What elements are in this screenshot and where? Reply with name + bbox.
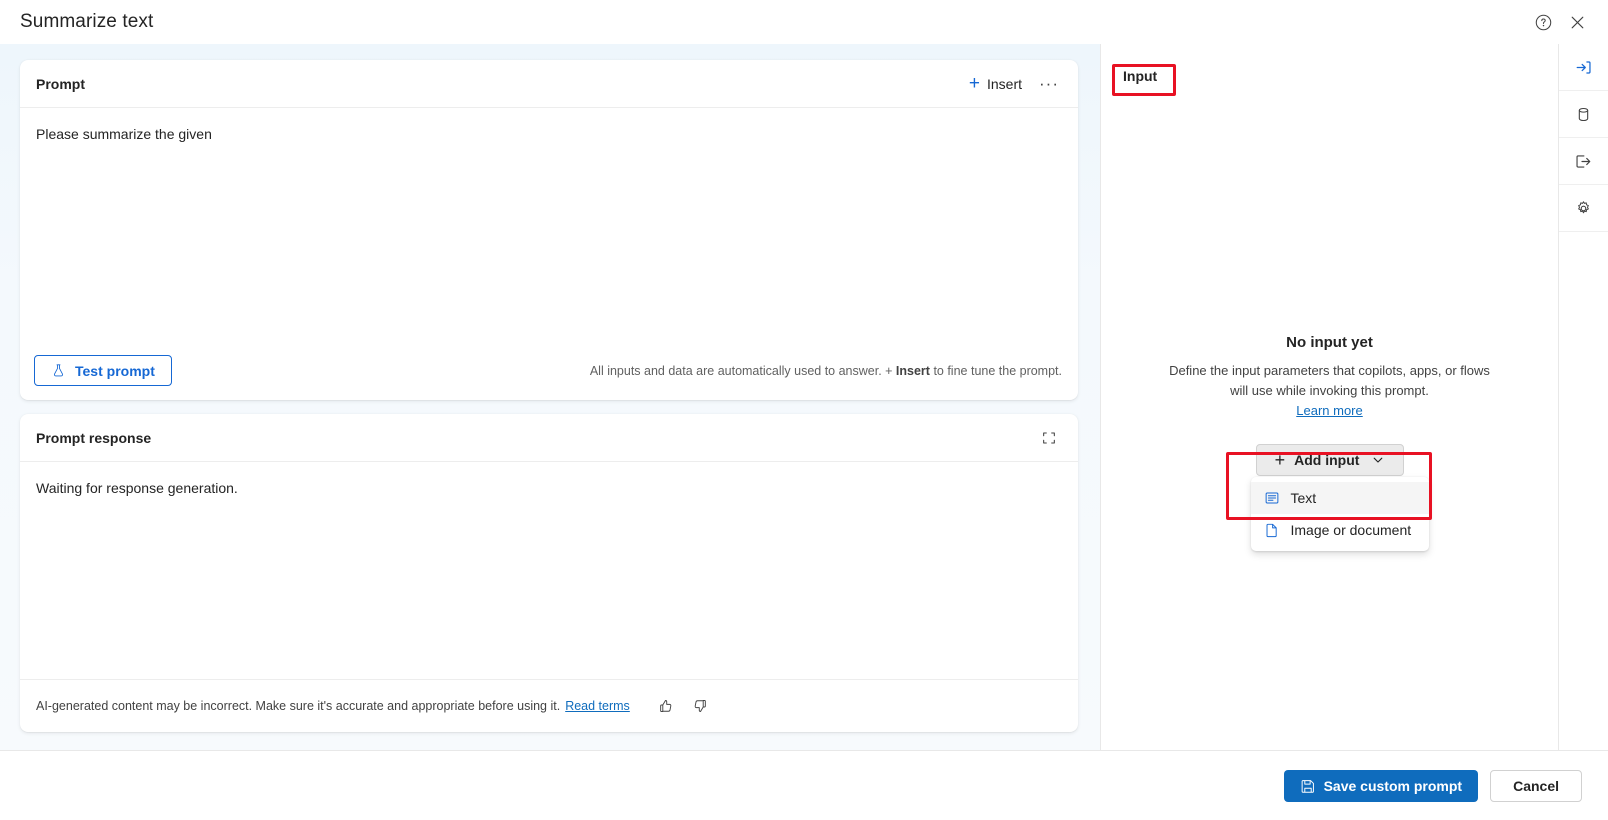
prompt-card: Prompt + Insert ··· Please summarize the… [20, 60, 1078, 400]
settings-rail-icon [1578, 200, 1589, 213]
prompt-hint-text: All inputs and data are automatically us… [590, 364, 1062, 378]
test-prompt-label: Test prompt [75, 362, 155, 379]
chevron-down-icon [1372, 454, 1384, 466]
right-icon-rail [1558, 44, 1608, 750]
empty-state-description: Define the input parameters that copilot… [1169, 363, 1490, 398]
empty-state-title: No input yet [1286, 334, 1373, 351]
test-prompt-button[interactable]: Test prompt [34, 355, 172, 386]
prompt-response-card: Prompt response Waiting for response gen… [20, 414, 1078, 732]
data-rail-icon [1578, 107, 1589, 121]
add-input-label: Add input [1294, 452, 1360, 468]
learn-more-link[interactable]: Learn more [1296, 403, 1362, 418]
thumbs-down-icon [694, 700, 706, 712]
prompt-card-header: Prompt + Insert ··· [20, 60, 1078, 108]
menu-item-image-or-document[interactable]: Image or document [1251, 514, 1429, 546]
save-custom-prompt-button[interactable]: Save custom prompt [1283, 769, 1479, 802]
insert-button[interactable]: + Insert [961, 71, 1030, 97]
prompt-card-footer: Test prompt All inputs and data are auto… [20, 345, 1078, 400]
add-input-menu: Text Image or document [1250, 477, 1429, 551]
ai-disclaimer-text: AI-generated content may be incorrect. M… [36, 699, 561, 713]
menu-item-image-label: Image or document [1290, 522, 1412, 538]
summarize-text-dialog: Summarize text Prompt + Insert ··· Pleas… [0, 0, 1608, 820]
text-input-icon [1263, 489, 1281, 507]
add-input-button[interactable]: + Add input [1255, 444, 1404, 476]
plus-icon: + [1274, 450, 1286, 470]
prompt-more-options-button[interactable]: ··· [1034, 69, 1064, 99]
prompt-card-title: Prompt [36, 75, 85, 92]
save-button-label: Save custom prompt [1323, 777, 1463, 794]
input-panel: Input No input yet Define the input para… [1101, 44, 1558, 750]
prompt-text-area[interactable]: Please summarize the given [20, 108, 1078, 345]
menu-item-text[interactable]: Text [1250, 482, 1429, 514]
plus-icon: + [968, 72, 980, 94]
save-disk-icon [1301, 779, 1314, 793]
rail-output-button[interactable] [1559, 138, 1608, 185]
expand-icon [1043, 431, 1055, 444]
close-button[interactable] [1560, 5, 1594, 39]
help-button[interactable] [1526, 5, 1560, 39]
rail-settings-button[interactable] [1559, 185, 1608, 232]
add-input-area: + Add input Text Image or document [1101, 444, 1558, 551]
response-card-header: Prompt response [20, 414, 1078, 462]
dialog-body: Prompt + Insert ··· Please summarize the… [0, 44, 1608, 750]
rail-input-button[interactable] [1559, 44, 1608, 91]
read-terms-link[interactable]: Read terms [565, 699, 630, 713]
response-card-title: Prompt response [36, 429, 152, 446]
menu-item-text-label: Text [1290, 490, 1317, 506]
hint-insert-bold: Insert [895, 363, 930, 378]
dialog-titlebar: Summarize text [0, 0, 1608, 44]
response-card-footer: AI-generated content may be incorrect. M… [20, 679, 1078, 732]
output-rail-icon [1576, 154, 1591, 168]
hint-before: All inputs and data are automatically us… [589, 363, 896, 378]
close-icon [1571, 16, 1583, 28]
insert-button-label: Insert [986, 75, 1022, 92]
thumbs-up-button[interactable] [652, 692, 680, 720]
ellipsis-icon: ··· [1039, 73, 1059, 93]
thumbs-down-button[interactable] [686, 692, 714, 720]
expand-response-button[interactable] [1034, 423, 1064, 453]
input-pane: Input No input yet Define the input para… [1100, 44, 1608, 750]
dialog-footer: Save custom prompt Cancel [0, 750, 1608, 820]
hint-after: to fine tune the prompt. [929, 363, 1062, 378]
input-panel-heading: Input [1123, 68, 1158, 84]
page-title: Summarize text [20, 11, 154, 32]
help-circle-icon [1535, 14, 1551, 30]
empty-state: No input yet Define the input parameters… [1101, 334, 1558, 418]
input-rail-icon [1576, 60, 1591, 74]
cancel-button[interactable]: Cancel [1490, 769, 1582, 802]
editor-pane: Prompt + Insert ··· Please summarize the… [0, 44, 1100, 750]
document-icon [1263, 521, 1281, 539]
thumbs-up-icon [660, 700, 672, 712]
flask-icon [53, 364, 64, 377]
feedback-buttons [652, 692, 714, 720]
rail-data-button[interactable] [1559, 91, 1608, 138]
response-text-area: Waiting for response generation. [36, 480, 238, 496]
